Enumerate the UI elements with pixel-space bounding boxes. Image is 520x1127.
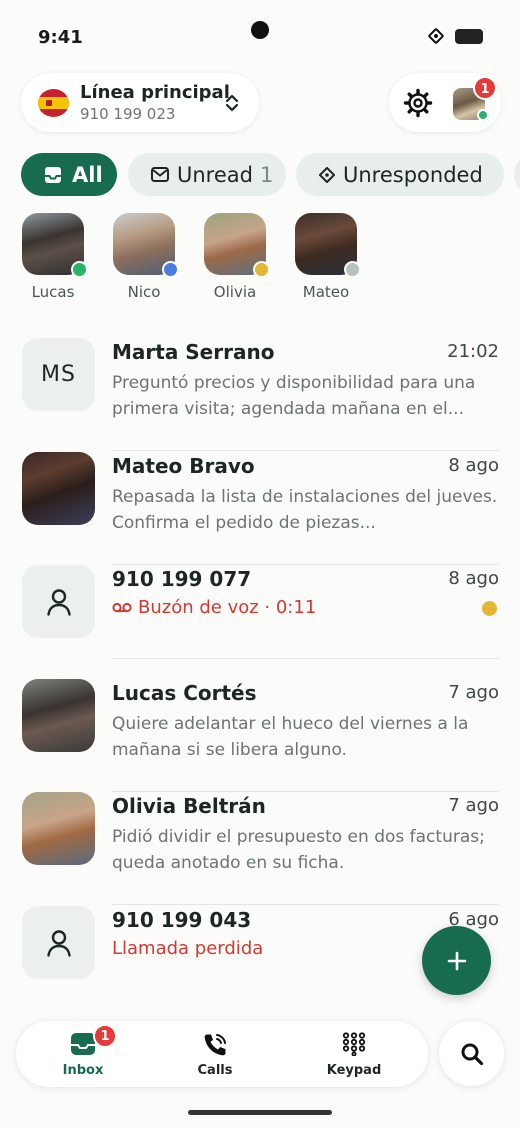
plus-icon bbox=[447, 951, 466, 970]
filter-chip-more[interactable] bbox=[514, 153, 520, 196]
divider bbox=[112, 450, 499, 451]
nav-label: Inbox bbox=[62, 1063, 104, 1078]
voicemail-status: Buzón de voz · 0:11 bbox=[112, 597, 316, 618]
conversation-snippet: Pidió dividir el presupuesto en dos fact… bbox=[112, 827, 485, 873]
status-dot bbox=[253, 261, 270, 278]
conversation-item[interactable]: MS Marta Serrano 21:02 Preguntó precios … bbox=[21, 338, 499, 451]
line-title: Línea principal bbox=[80, 82, 230, 103]
search-button[interactable] bbox=[439, 1021, 504, 1086]
battery-icon bbox=[455, 29, 483, 44]
settings-profile-group: 1 bbox=[389, 73, 501, 132]
conversation-title: 910 199 043 bbox=[112, 908, 252, 932]
compose-button[interactable] bbox=[422, 926, 491, 995]
spain-flag-icon bbox=[38, 89, 69, 117]
conversation-time: 7 ago bbox=[448, 795, 499, 816]
avatar bbox=[295, 213, 361, 278]
contact-avatar bbox=[22, 906, 95, 979]
phone-icon bbox=[204, 1034, 226, 1056]
keypad-icon bbox=[342, 1032, 366, 1056]
conversation-title: Olivia Beltrán bbox=[112, 794, 266, 818]
filter-chip-unresponded[interactable]: Unresponded bbox=[296, 153, 504, 196]
status-time: 9:41 bbox=[38, 27, 83, 48]
avatar bbox=[22, 213, 88, 278]
nav-calls[interactable]: Calls bbox=[155, 1021, 275, 1087]
voicemail-text: Buzón de voz · 0:11 bbox=[138, 597, 317, 618]
conversation-snippet: Quiere adelantar el hueco del viernes a … bbox=[112, 714, 469, 760]
online-status-dot bbox=[477, 109, 489, 121]
bottom-nav: 1 Inbox Calls Keypad bbox=[16, 1021, 428, 1087]
team-member-name: Olivia bbox=[213, 283, 257, 301]
missed-call-status: Llamada perdida bbox=[112, 938, 264, 959]
team-member-name: Mateo bbox=[302, 283, 350, 301]
conversation-item[interactable]: Mateo Bravo 8 ago Repasada la lista de i… bbox=[21, 452, 499, 565]
conversation-snippet: Preguntó precios y disponibilidad para u… bbox=[112, 373, 476, 419]
initials-avatar: MS bbox=[22, 338, 95, 411]
status-dot bbox=[344, 261, 361, 278]
conversation-time: 8 ago bbox=[448, 455, 499, 476]
contact-avatar bbox=[22, 565, 95, 638]
unread-dot bbox=[482, 601, 497, 616]
conversation-title: Marta Serrano bbox=[112, 340, 275, 364]
filter-label: All bbox=[72, 162, 103, 187]
divider bbox=[112, 658, 499, 659]
nav-keypad[interactable]: Keypad bbox=[294, 1021, 414, 1087]
nav-label: Keypad bbox=[326, 1063, 382, 1078]
chevron-up-down-icon bbox=[225, 94, 239, 112]
team-member-nico[interactable]: Nico bbox=[104, 213, 184, 301]
inbox-badge: 1 bbox=[93, 1024, 117, 1048]
avatar bbox=[113, 213, 179, 278]
team-member-lucas[interactable]: Lucas bbox=[13, 213, 93, 301]
filter-chip-unread[interactable]: Unread 1 bbox=[128, 153, 286, 196]
filter-label: Unresponded bbox=[343, 162, 483, 187]
diamond-dot-icon bbox=[319, 166, 335, 183]
location-icon bbox=[427, 27, 445, 45]
status-bar: 9:41 bbox=[0, 0, 520, 70]
avatar bbox=[204, 213, 270, 278]
inbox-tray-icon bbox=[45, 166, 61, 183]
nav-inbox[interactable]: 1 Inbox bbox=[23, 1021, 143, 1087]
conversation-time: 21:02 bbox=[447, 341, 499, 362]
conversation-item[interactable]: Lucas Cortés 7 ago Quiere adelantar el h… bbox=[21, 679, 499, 792]
unread-count: 1 bbox=[259, 162, 274, 187]
divider bbox=[112, 904, 499, 905]
conversation-time: 7 ago bbox=[448, 682, 499, 703]
avatar bbox=[22, 792, 95, 865]
envelope-icon bbox=[151, 167, 169, 182]
team-member-name: Nico bbox=[127, 283, 161, 301]
avatar-initials: MS bbox=[41, 362, 76, 387]
filter-chips: All Unread 1 Unresponded bbox=[21, 153, 520, 197]
camera-cutout bbox=[251, 21, 269, 39]
home-indicator[interactable] bbox=[188, 1110, 332, 1115]
line-selector[interactable]: Línea principal 910 199 023 bbox=[21, 73, 259, 132]
nav-label: Calls bbox=[197, 1063, 233, 1078]
conversation-title: 910 199 077 bbox=[112, 567, 252, 591]
filter-chip-all[interactable]: All bbox=[21, 153, 117, 196]
conversation-item[interactable]: Olivia Beltrán 7 ago Pidió dividir el pr… bbox=[21, 792, 499, 905]
status-dot bbox=[162, 261, 179, 278]
search-icon bbox=[461, 1043, 483, 1065]
status-dot bbox=[71, 261, 88, 278]
conversation-snippet: Repasada la lista de instalaciones del j… bbox=[112, 487, 498, 533]
voicemail-icon bbox=[112, 602, 132, 613]
conversation-time: 8 ago bbox=[448, 568, 499, 589]
gear-icon[interactable] bbox=[403, 88, 433, 118]
conversation-title: Lucas Cortés bbox=[112, 681, 257, 705]
conversation-title: Mateo Bravo bbox=[112, 454, 255, 478]
conversation-item[interactable]: 910 199 077 8 ago Buzón de voz · 0:11 bbox=[21, 565, 499, 659]
profile-badge: 1 bbox=[473, 76, 497, 100]
avatar bbox=[22, 452, 95, 525]
person-icon bbox=[46, 588, 71, 616]
filter-label: Unread bbox=[177, 162, 253, 187]
team-member-olivia[interactable]: Olivia bbox=[195, 213, 275, 301]
avatar bbox=[22, 679, 95, 752]
team-member-name: Lucas bbox=[31, 283, 75, 301]
line-number: 910 199 023 bbox=[80, 105, 176, 123]
person-icon bbox=[46, 929, 71, 957]
team-member-mateo[interactable]: Mateo bbox=[286, 213, 366, 301]
